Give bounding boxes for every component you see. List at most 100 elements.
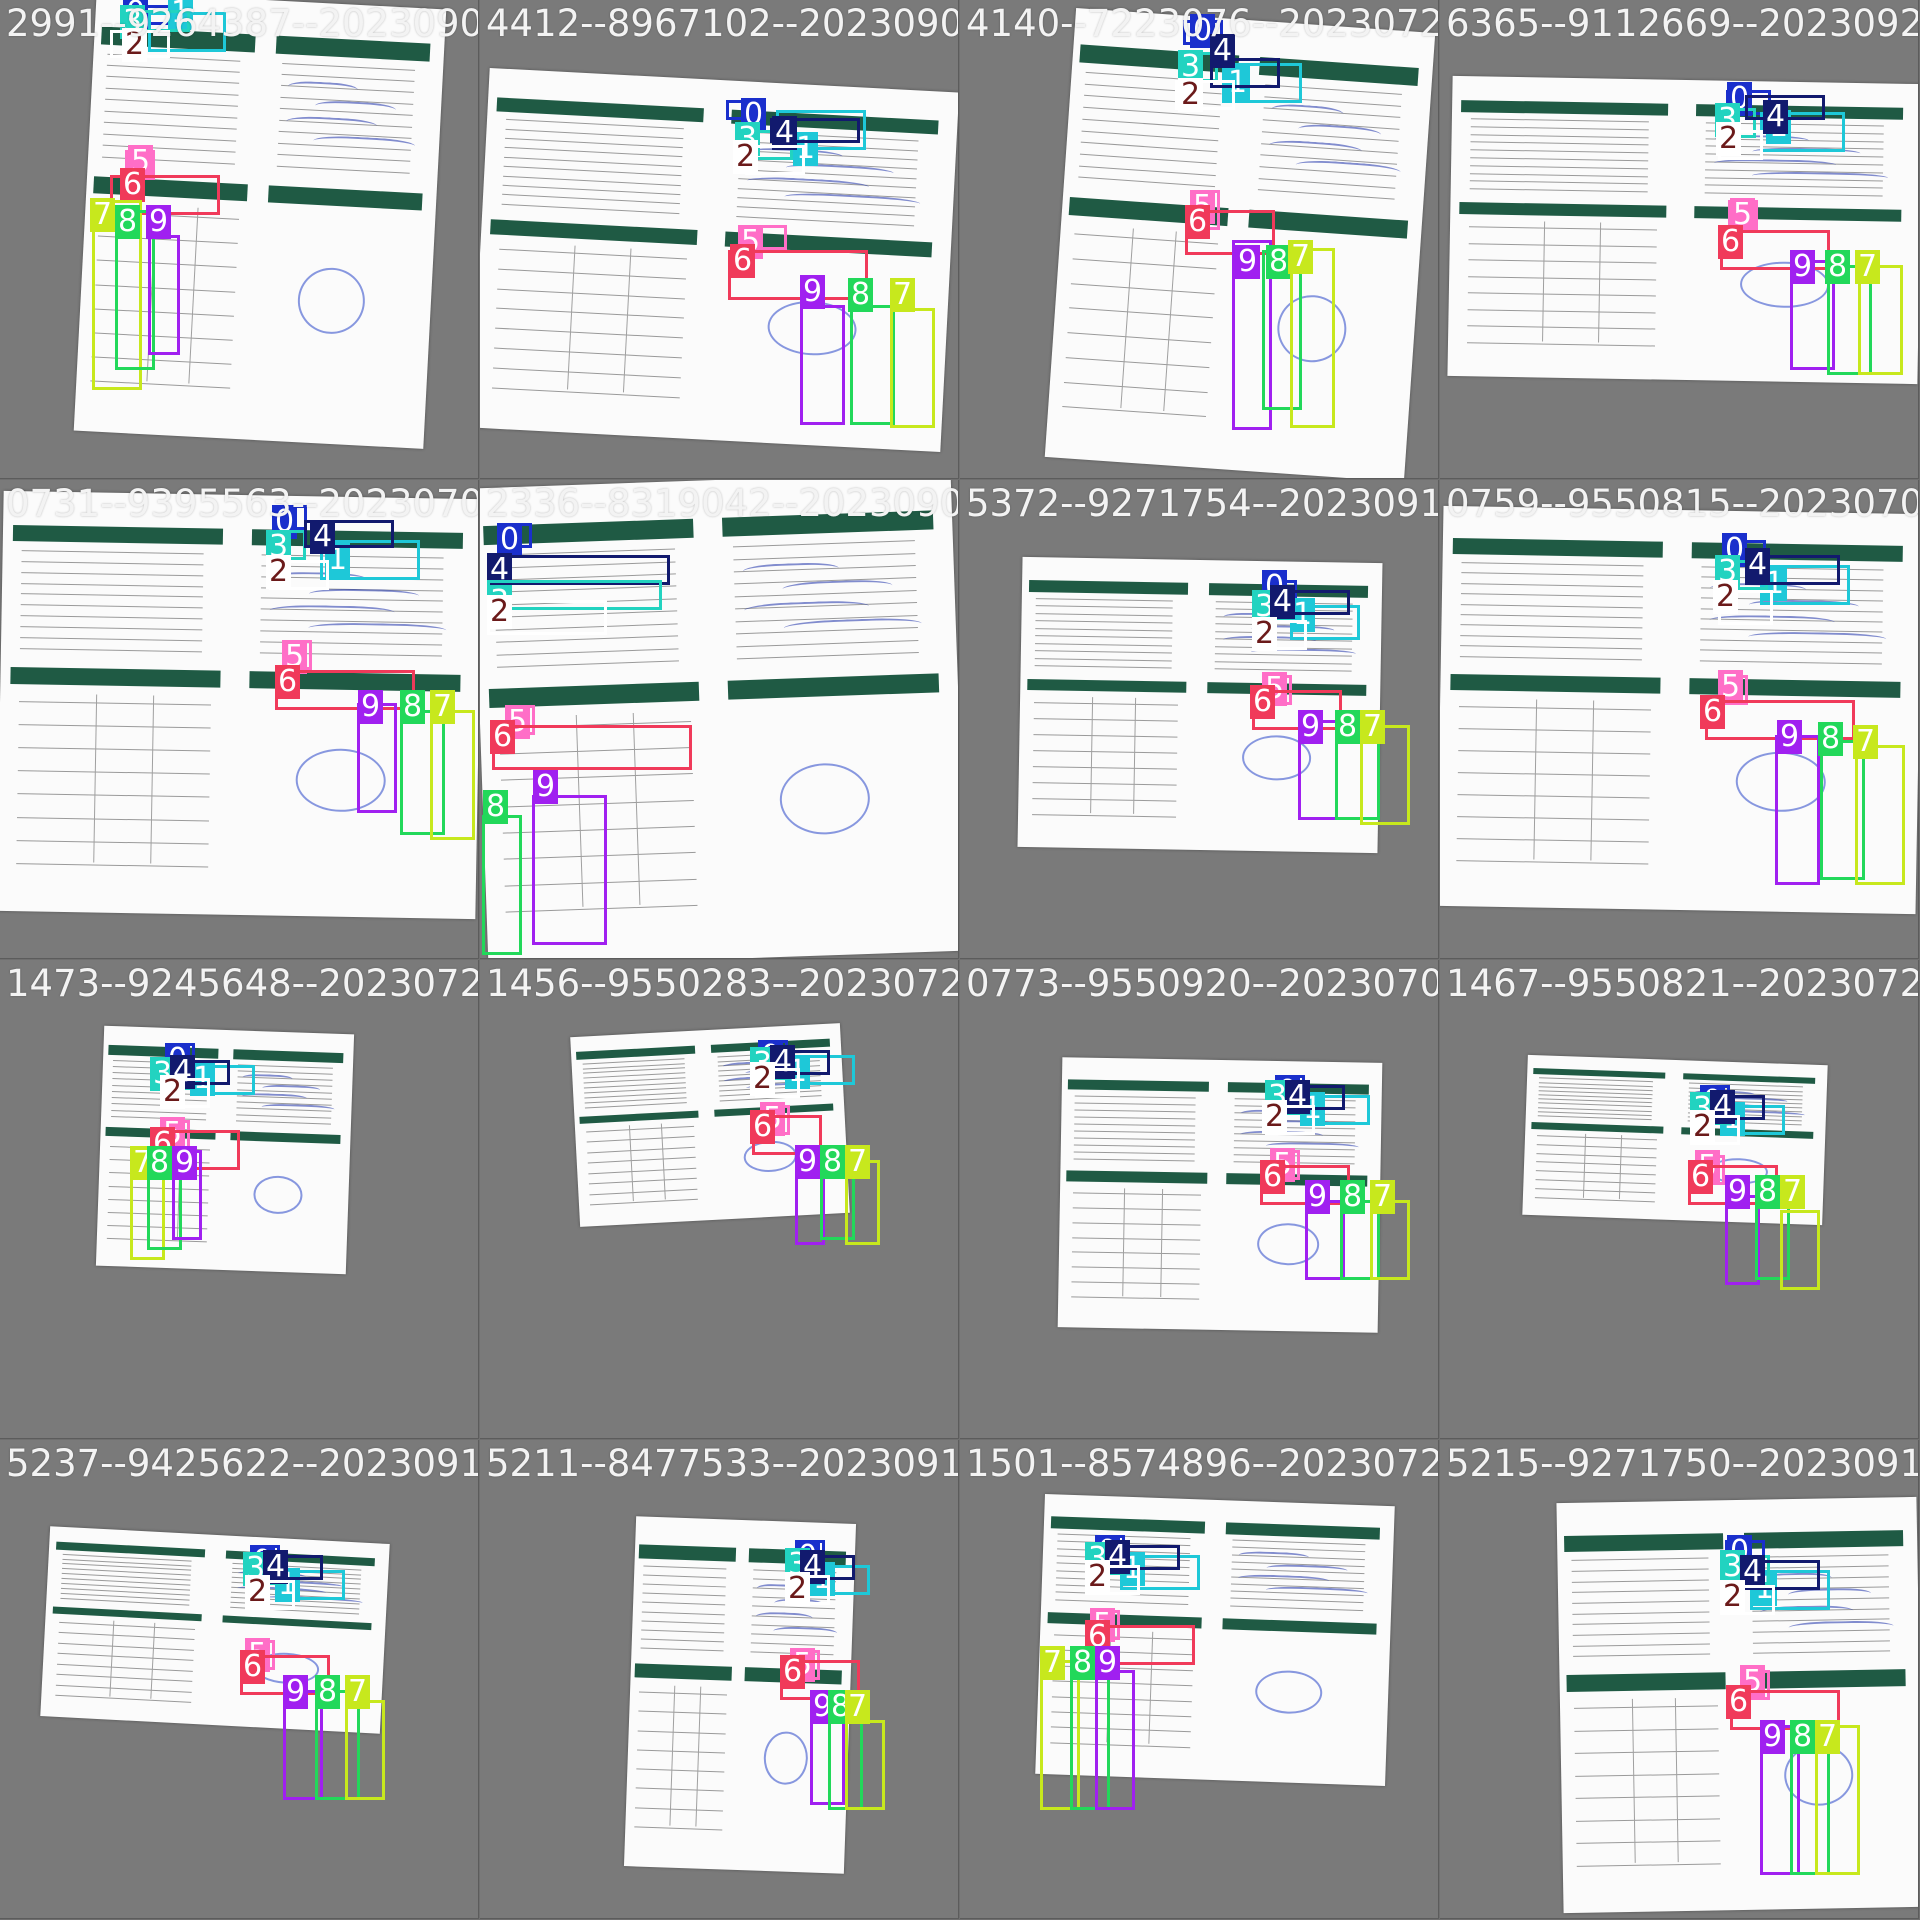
table-rule xyxy=(492,367,681,379)
detection-label-two: 2 xyxy=(160,1075,186,1109)
detection-label-eight: 8 xyxy=(315,1675,341,1709)
form-rule xyxy=(641,1601,726,1606)
handwriting-mark xyxy=(269,604,395,622)
form-rule xyxy=(1573,1643,1711,1647)
detection-label-six: 6 xyxy=(275,665,301,699)
table-rule xyxy=(636,1768,725,1773)
form-rule xyxy=(496,635,679,643)
tile-filename: 2991--9264387--20230907_page_0.jpg xyxy=(6,2,478,45)
detection-label-six: 6 xyxy=(1718,225,1744,259)
table-rule xyxy=(1033,781,1178,786)
form-rule xyxy=(1035,650,1173,654)
detection-box-eight xyxy=(482,815,522,955)
form-rule xyxy=(1035,612,1173,617)
table-rule xyxy=(1067,332,1212,344)
table-rule xyxy=(638,1691,727,1696)
table-rule xyxy=(1467,308,1656,313)
table-rule xyxy=(1456,860,1649,865)
table-rule xyxy=(1071,1281,1200,1285)
form-rule xyxy=(102,156,235,165)
detection-label-two: 2 xyxy=(1690,1110,1716,1144)
table-rule xyxy=(588,1167,697,1175)
form-rule xyxy=(1704,192,1884,197)
detection-label-eight: 8 xyxy=(1340,1180,1366,1214)
table-rule xyxy=(57,1653,193,1662)
form-rule xyxy=(20,615,203,620)
table-rule xyxy=(638,1710,727,1715)
form-rule xyxy=(1460,614,1643,619)
detection-label-six: 6 xyxy=(120,168,146,202)
detection-label-six: 6 xyxy=(240,1650,266,1684)
table-rule xyxy=(1536,1161,1657,1167)
form-rule xyxy=(103,121,237,130)
form-rule xyxy=(643,1565,727,1570)
form-header-band xyxy=(233,1049,344,1063)
form-header-band xyxy=(634,1663,733,1681)
detection-label-nine: 9 xyxy=(146,205,172,239)
table-rule xyxy=(1071,1266,1200,1270)
detection-label-two: 2 xyxy=(1262,1100,1288,1134)
form-rule xyxy=(642,1583,727,1588)
form-header-band xyxy=(12,524,224,546)
detection-label-eight: 8 xyxy=(483,790,509,824)
table-rule xyxy=(635,1787,724,1792)
form-rule xyxy=(1258,189,1395,200)
form-rule xyxy=(750,1642,835,1647)
form-rule xyxy=(1074,1109,1196,1113)
form-rule xyxy=(1704,184,1884,189)
form-rule xyxy=(1035,642,1173,647)
form-rule xyxy=(1460,603,1643,608)
form-rule xyxy=(1572,1611,1710,1615)
table-rule xyxy=(1072,1222,1201,1226)
form-rule xyxy=(1460,655,1643,660)
form-rule xyxy=(106,76,240,85)
detection-box-nine xyxy=(532,795,607,945)
form-rule xyxy=(1470,141,1649,146)
form-rule xyxy=(641,1620,725,1625)
stamp-mark xyxy=(252,1175,304,1215)
detection-box-nine xyxy=(148,235,180,355)
form-rule xyxy=(1078,176,1216,188)
form-header-band xyxy=(9,667,221,688)
detection-box-seven xyxy=(1855,745,1905,885)
table-rule xyxy=(1575,1750,1720,1754)
form-header-band xyxy=(1531,1122,1664,1134)
form-rule xyxy=(1751,1554,1889,1559)
table-rule xyxy=(1072,1236,1201,1241)
form-rule xyxy=(1470,157,1649,162)
form-rule xyxy=(642,1574,727,1579)
table-rule xyxy=(587,1157,696,1164)
table-rule xyxy=(1574,1705,1719,1709)
tile-filename: 4140--7223076--20230720_page_0.jpg xyxy=(966,2,1438,45)
table-column-rule xyxy=(1618,1134,1623,1199)
table-rule xyxy=(55,1684,192,1693)
form-rule xyxy=(1470,126,1650,131)
form-rule xyxy=(1572,1579,1710,1583)
table-rule xyxy=(491,387,680,398)
tile-filename: 1467--9550821--20230720_page_0.jpg xyxy=(1446,962,1918,1005)
form-rule xyxy=(1232,1539,1366,1546)
form-header-band xyxy=(1746,1669,1906,1689)
table-rule xyxy=(58,1632,195,1641)
handwriting-mark xyxy=(1747,631,1887,648)
form-rule xyxy=(1573,1653,1711,1658)
table-rule xyxy=(1535,1170,1656,1176)
detection-label-six: 6 xyxy=(1185,205,1211,239)
table-rule xyxy=(1062,406,1207,418)
form-rule xyxy=(1572,1621,1710,1626)
table-column-rule xyxy=(1160,1188,1164,1297)
form-header-band xyxy=(267,185,423,211)
detection-label-nine: 9 xyxy=(1235,245,1261,279)
form-header-band xyxy=(1566,1672,1726,1692)
table-rule xyxy=(589,1198,698,1206)
grid-tile: 01342569871456--9550283--20230720_page_0… xyxy=(480,960,959,1439)
form-rule xyxy=(21,582,204,587)
form-rule xyxy=(1699,659,1882,665)
form-rule xyxy=(21,571,204,576)
form-rule xyxy=(1461,562,1644,567)
form-rule xyxy=(1470,118,1650,123)
form-rule xyxy=(106,64,240,73)
table-rule xyxy=(1535,1179,1656,1185)
detection-label-two: 2 xyxy=(1252,617,1278,651)
table-rule xyxy=(494,327,683,339)
